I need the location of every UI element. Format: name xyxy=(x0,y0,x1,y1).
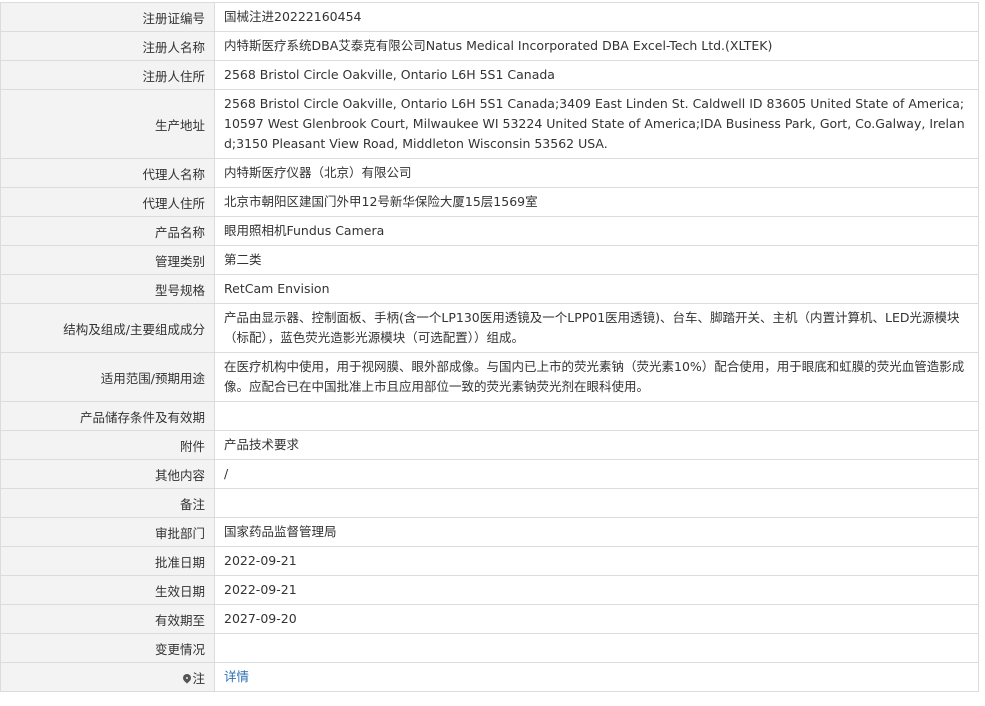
table-row: 管理类别 第二类 xyxy=(0,245,979,275)
row-label-effective-date: 生效日期 xyxy=(0,575,215,605)
row-value-change-status xyxy=(214,633,979,663)
row-value-approval-date: 2022-09-21 xyxy=(214,546,979,576)
row-value-note: 详情 xyxy=(214,662,979,692)
row-label-approval-department: 审批部门 xyxy=(0,517,215,547)
row-label-registrant-name: 注册人名称 xyxy=(0,31,215,61)
row-label-agent-address: 代理人住所 xyxy=(0,187,215,217)
row-label-storage-validity: 产品储存条件及有效期 xyxy=(0,401,215,431)
row-label-structure-composition: 结构及组成/主要组成成分 xyxy=(0,303,215,353)
row-value-management-category: 第二类 xyxy=(214,245,979,275)
row-value-effective-date: 2022-09-21 xyxy=(214,575,979,605)
row-label-product-name: 产品名称 xyxy=(0,216,215,246)
table-row: 注册证编号 国械注进20222160454 xyxy=(0,2,979,32)
table-row: 审批部门 国家药品监督管理局 xyxy=(0,517,979,547)
table-row: 批准日期 2022-09-21 xyxy=(0,546,979,576)
row-label-registrant-address: 注册人住所 xyxy=(0,60,215,90)
table-row: 其他内容 / xyxy=(0,459,979,489)
row-value-registrant-name: 内特斯医疗系统DBA艾泰克有限公司Natus Medical Incorpora… xyxy=(214,31,979,61)
row-value-model-spec: RetCam Envision xyxy=(214,274,979,304)
row-value-storage-validity xyxy=(214,401,979,431)
row-label-production-address: 生产地址 xyxy=(0,89,215,159)
row-value-intended-use: 在医疗机构中使用，用于视网膜、眼外部成像。与国内已上市的荧光素钠（荧光素10%）… xyxy=(214,352,979,402)
note-label: 注 xyxy=(192,670,205,686)
row-value-valid-until: 2027-09-20 xyxy=(214,604,979,634)
table-row: 生效日期 2022-09-21 xyxy=(0,575,979,605)
row-value-production-address: 2568 Bristol Circle Oakville, Ontario L6… xyxy=(214,89,979,159)
table-row: 注 详情 xyxy=(0,662,979,692)
details-link[interactable]: 详情 xyxy=(224,669,249,684)
row-label-attachment: 附件 xyxy=(0,430,215,460)
row-value-product-name: 眼用照相机Fundus Camera xyxy=(214,216,979,246)
row-label-approval-date: 批准日期 xyxy=(0,546,215,576)
row-label-other-content: 其他内容 xyxy=(0,459,215,489)
table-row: 备注 xyxy=(0,488,979,518)
row-value-other-content: / xyxy=(214,459,979,489)
row-label-intended-use: 适用范围/预期用途 xyxy=(0,352,215,402)
table-row: 注册人名称 内特斯医疗系统DBA艾泰克有限公司Natus Medical Inc… xyxy=(0,31,979,61)
row-label-model-spec: 型号规格 xyxy=(0,274,215,304)
row-value-approval-department: 国家药品监督管理局 xyxy=(214,517,979,547)
registration-detail-table: 注册证编号 国械注进20222160454 注册人名称 内特斯医疗系统DBA艾泰… xyxy=(0,2,979,692)
table-row: 有效期至 2027-09-20 xyxy=(0,604,979,634)
row-value-remarks xyxy=(214,488,979,518)
table-row: 结构及组成/主要组成成分 产品由显示器、控制面板、手柄(含一个LP130医用透镜… xyxy=(0,303,979,353)
table-row: 型号规格 RetCam Envision xyxy=(0,274,979,304)
row-label-change-status: 变更情况 xyxy=(0,633,215,663)
table-row: 代理人名称 内特斯医疗仪器（北京）有限公司 xyxy=(0,158,979,188)
row-value-agent-name: 内特斯医疗仪器（北京）有限公司 xyxy=(214,158,979,188)
row-value-agent-address: 北京市朝阳区建国门外甲12号新华保险大厦15层1569室 xyxy=(214,187,979,217)
table-row: 产品储存条件及有效期 xyxy=(0,401,979,431)
table-row: 注册人住所 2568 Bristol Circle Oakville, Onta… xyxy=(0,60,979,90)
row-value-attachment: 产品技术要求 xyxy=(214,430,979,460)
table-row: 附件 产品技术要求 xyxy=(0,430,979,460)
row-value-structure-composition: 产品由显示器、控制面板、手柄(含一个LP130医用透镜及一个LPP01医用透镜)… xyxy=(214,303,979,353)
row-label-note: 注 xyxy=(0,662,215,692)
row-value-registration-number: 国械注进20222160454 xyxy=(214,2,979,32)
row-value-registrant-address: 2568 Bristol Circle Oakville, Ontario L6… xyxy=(214,60,979,90)
table-row: 生产地址 2568 Bristol Circle Oakville, Ontar… xyxy=(0,89,979,159)
location-pin-icon xyxy=(183,674,191,684)
row-label-valid-until: 有效期至 xyxy=(0,604,215,634)
table-row: 产品名称 眼用照相机Fundus Camera xyxy=(0,216,979,246)
row-label-registration-number: 注册证编号 xyxy=(0,2,215,32)
table-row: 代理人住所 北京市朝阳区建国门外甲12号新华保险大厦15层1569室 xyxy=(0,187,979,217)
row-label-agent-name: 代理人名称 xyxy=(0,158,215,188)
table-row: 变更情况 xyxy=(0,633,979,663)
table-row: 适用范围/预期用途 在医疗机构中使用，用于视网膜、眼外部成像。与国内已上市的荧光… xyxy=(0,352,979,402)
row-label-remarks: 备注 xyxy=(0,488,215,518)
row-label-management-category: 管理类别 xyxy=(0,245,215,275)
